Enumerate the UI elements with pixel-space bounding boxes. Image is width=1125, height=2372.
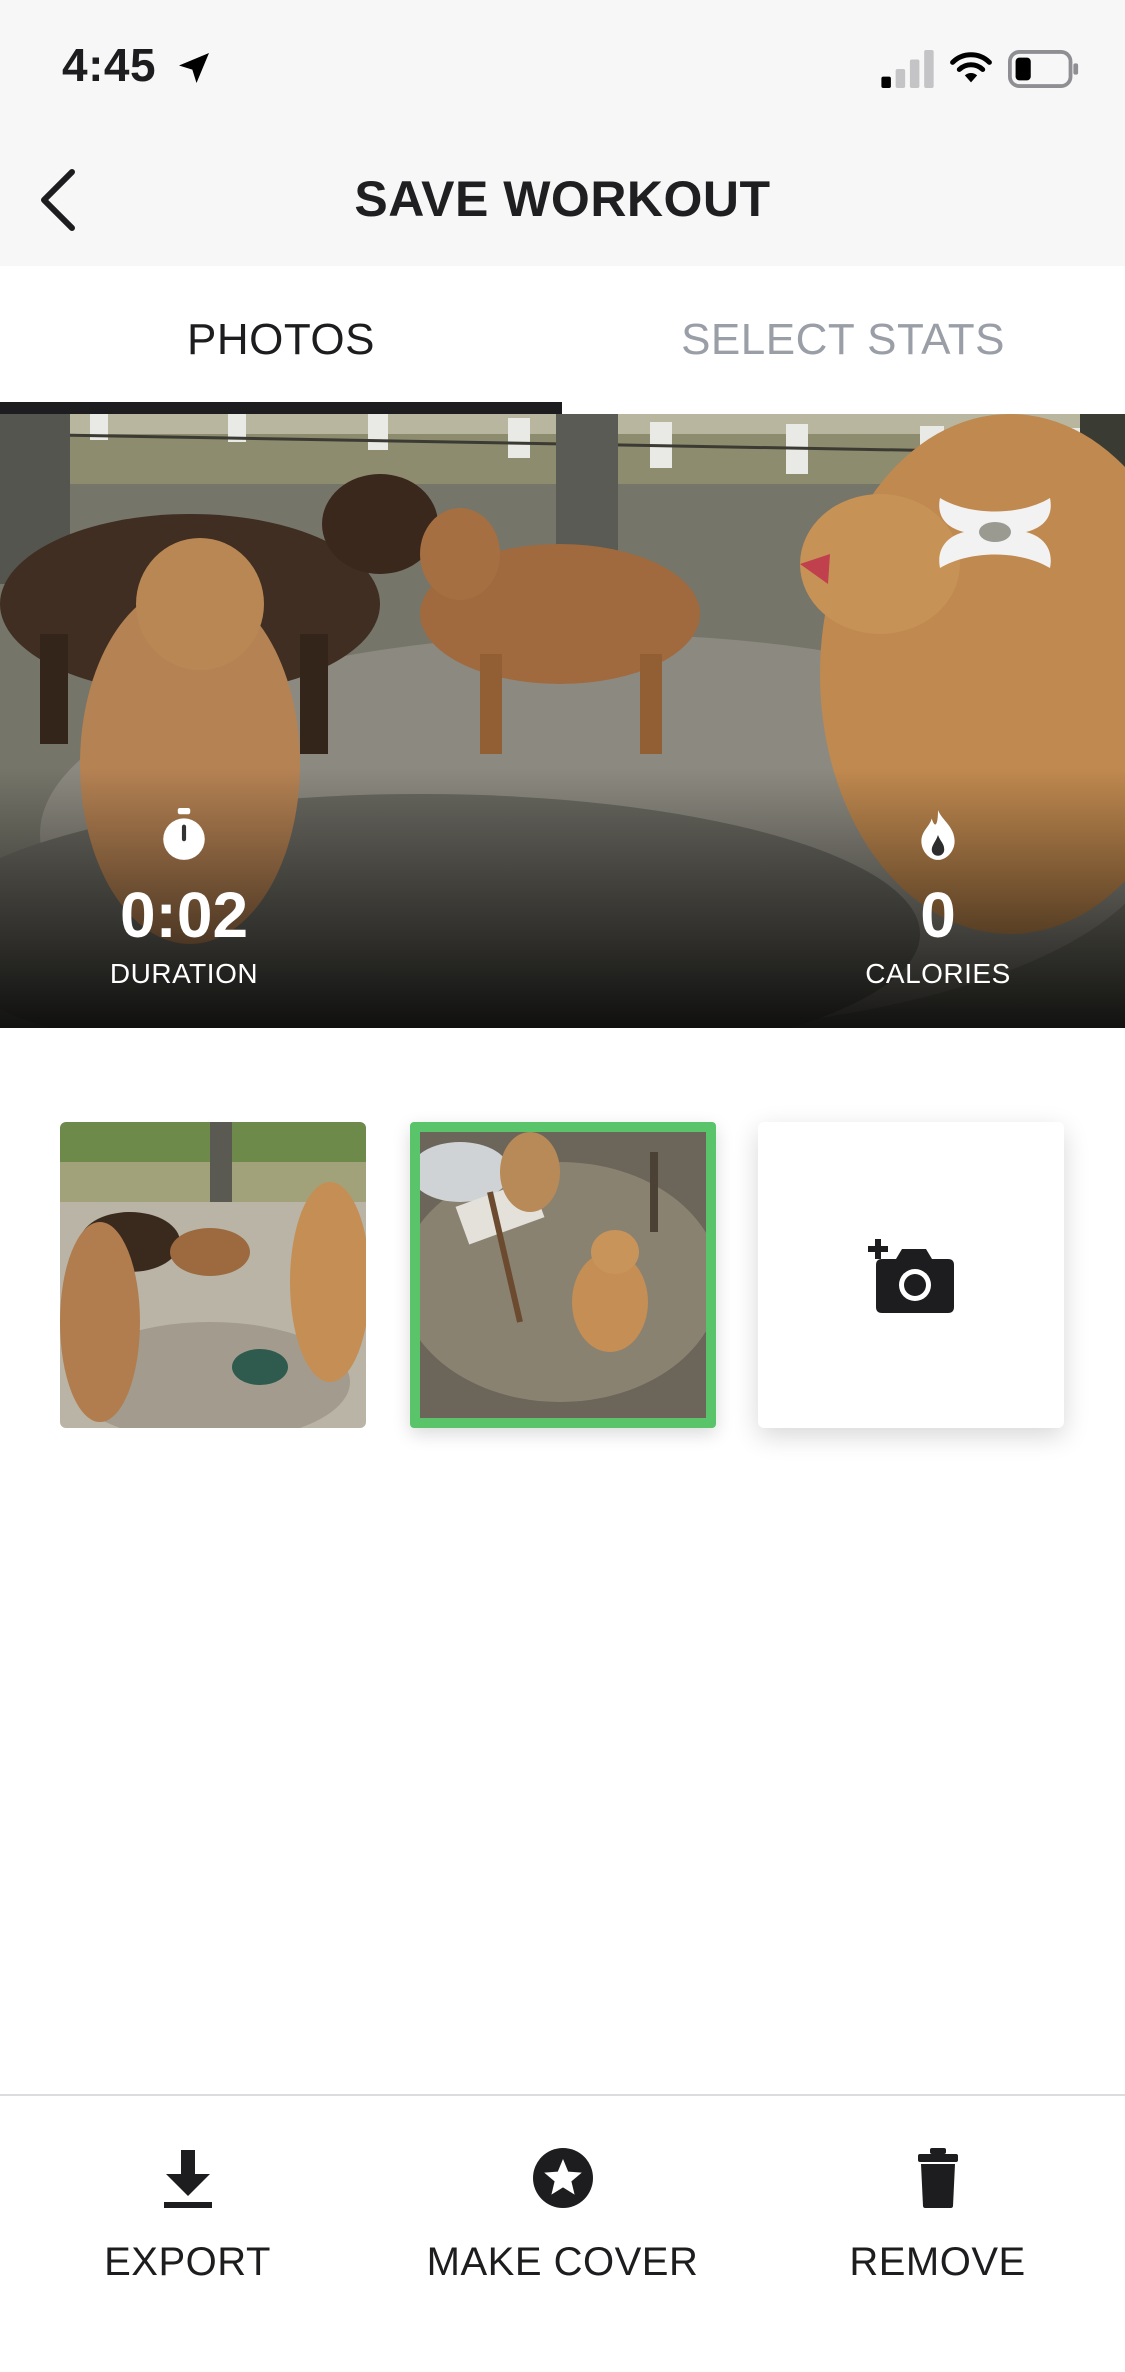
battery-icon: [1008, 50, 1079, 88]
stat-value: 0: [920, 879, 956, 951]
stat-calories: 0 CALORIES: [808, 808, 1068, 990]
make-cover-label: MAKE COVER: [426, 2240, 699, 2284]
status-time: 4:45: [62, 39, 157, 91]
brand-logo: [939, 498, 1051, 568]
stat-label: DURATION: [109, 958, 259, 989]
flame-icon: [921, 810, 955, 860]
photo-thumbnail-selected[interactable]: [410, 1122, 716, 1428]
tab-photos[interactable]: PHOTOS: [0, 266, 562, 414]
dog-park-thumbnail-image: [60, 1122, 366, 1428]
tab-select-stats[interactable]: SELECT STATS: [562, 266, 1124, 414]
export-button[interactable]: EXPORT: [0, 2146, 375, 2285]
save-workout-screen: 4:45 SAVE WORKOUT PHOTOS SELECT STATS 0:…: [0, 0, 1125, 2372]
cover-photo-preview: 0:02 DURATION 0 CALORIES: [0, 414, 1125, 1028]
tab-bar: PHOTOS SELECT STATS: [0, 266, 1125, 414]
cellular-signal-icon: [881, 50, 934, 88]
trash-icon: [917, 2148, 958, 2208]
active-tab-indicator: [0, 402, 562, 414]
add-photo-camera-icon: [868, 1239, 954, 1313]
export-label: EXPORT: [104, 2240, 271, 2284]
status-bar: 4:45: [0, 0, 1125, 140]
wifi-icon: [950, 52, 992, 83]
add-photo-button[interactable]: [758, 1122, 1064, 1428]
photo-thumbnail[interactable]: [60, 1122, 366, 1428]
download-icon: [163, 2150, 212, 2208]
stopwatch-icon: [163, 808, 205, 860]
photo-action-toolbar: EXPORT MAKE COVER REMOVE: [0, 2094, 1125, 2372]
stat-value: 0:02: [119, 879, 249, 951]
remove-label: REMOVE: [849, 2240, 1026, 2284]
nav-header: SAVE WORKOUT: [0, 140, 1125, 266]
photo-thumbnail-strip: [0, 1122, 1125, 1432]
make-cover-button[interactable]: MAKE COVER: [375, 2146, 750, 2285]
page-title: SAVE WORKOUT: [354, 171, 771, 227]
dog-under-chair-thumbnail-image: [420, 1132, 706, 1418]
remove-button[interactable]: REMOVE: [750, 2146, 1125, 2285]
stat-duration: 0:02 DURATION: [54, 808, 314, 990]
star-circle-icon: [532, 2148, 593, 2208]
location-arrow-icon: [179, 53, 209, 83]
stat-label: CALORIES: [865, 958, 1011, 989]
